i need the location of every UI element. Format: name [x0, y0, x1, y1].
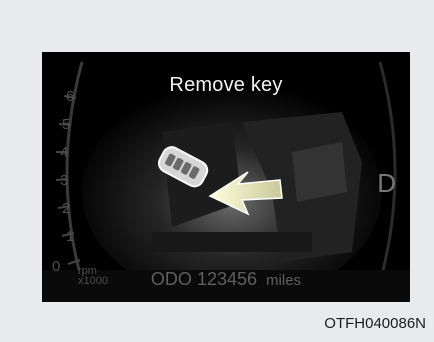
tach-tick-1: 1 [66, 228, 75, 245]
tach-tick-2: 2 [62, 200, 71, 217]
figure-caption: OTFH040086N [324, 315, 426, 332]
tach-tick-6: 6 [66, 88, 75, 105]
tach-tick-4: 4 [60, 144, 69, 161]
tach-tick-3: 3 [60, 172, 69, 189]
odometer-value: 123456 [196, 269, 258, 289]
ignition-slot-icon [292, 142, 347, 202]
figure-card: Remove key 6 5 4 3 2 1 0 rpm x1000 D ODO… [4, 4, 430, 338]
odometer-unit: miles [266, 272, 302, 289]
display-title: Remove key [169, 74, 283, 96]
cluster-display: Remove key 6 5 4 3 2 1 0 rpm x1000 D ODO… [42, 52, 410, 302]
gear-indicator: D [377, 168, 396, 198]
odometer-prefix: ODO [150, 269, 192, 289]
tach-tick-5: 5 [62, 116, 71, 133]
odometer: ODO 123456 miles [42, 269, 410, 290]
